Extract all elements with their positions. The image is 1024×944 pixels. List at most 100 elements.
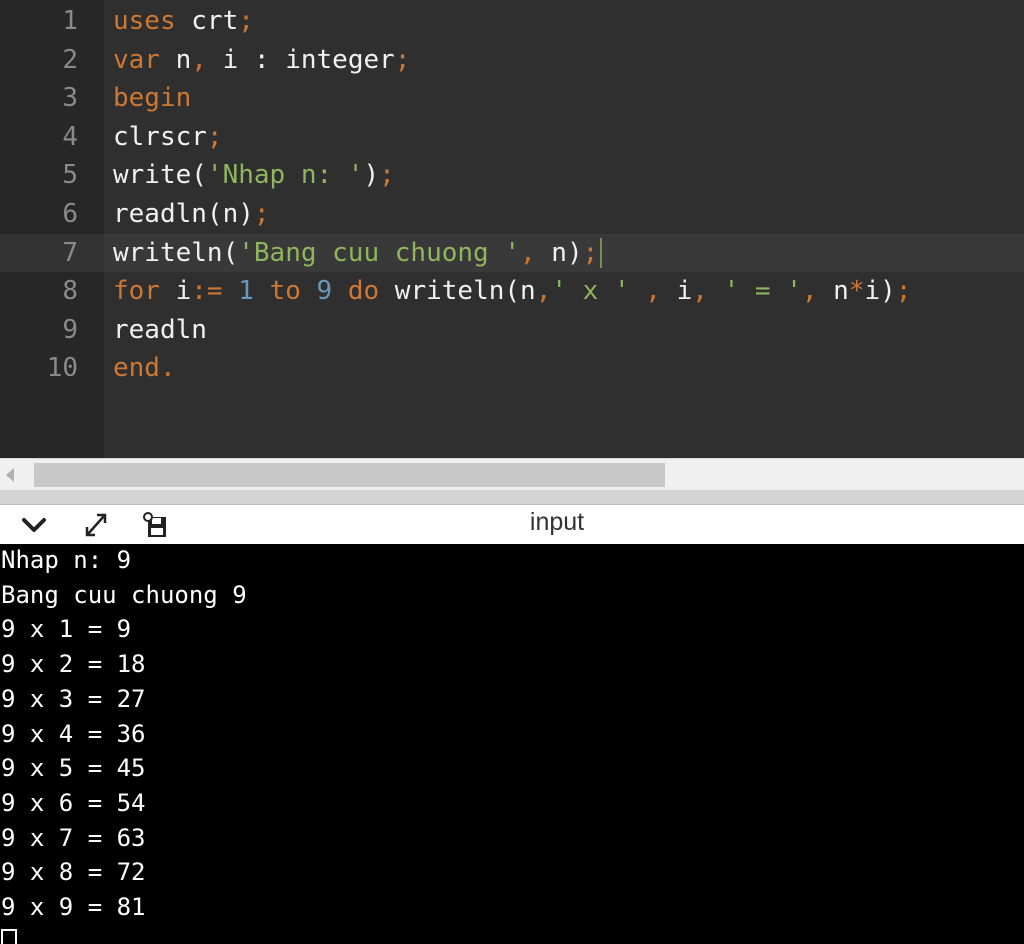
- code-token: ' x ': [551, 276, 630, 307]
- line-number: 1: [62, 6, 78, 36]
- code-token: ,: [520, 237, 536, 268]
- console-line: 9 x 7 = 63: [1, 823, 146, 852]
- code-token: ;: [206, 121, 223, 152]
- code-text: end.: [113, 349, 176, 388]
- code-line[interactable]: 7 writeln('Bang cuu chuong ', n);: [0, 233, 1024, 273]
- code-token: i): [864, 276, 896, 307]
- line-number: 4: [62, 121, 78, 152]
- code-token: to: [269, 276, 301, 307]
- code-line[interactable]: 4 clrscr;: [0, 118, 1024, 157]
- console-line: 9 x 3 = 27: [1, 684, 146, 713]
- console-line: 9 x 6 = 54: [1, 788, 146, 817]
- code-token: do: [347, 276, 380, 307]
- line-number: 6: [62, 199, 78, 229]
- line-number: 10: [46, 353, 78, 384]
- code-token: uses: [113, 6, 176, 36]
- code-token: 'Nhap n: ': [206, 160, 364, 191]
- text-cursor: [600, 238, 603, 269]
- code-token: ,: [191, 44, 207, 75]
- line-number: 8: [62, 276, 78, 307]
- code-token: var: [113, 44, 160, 75]
- code-token: i : integer: [206, 44, 395, 75]
- console-title: input: [529, 508, 585, 536]
- console-line: 9 x 4 = 36: [1, 719, 146, 748]
- code-token: n): [535, 237, 583, 268]
- console-line: 9 x 8 = 72: [1, 858, 146, 887]
- code-line[interactable]: 9 readln: [0, 311, 1024, 350]
- code-line[interactable]: 1 uses crt;: [0, 2, 1024, 41]
- code-line[interactable]: 3 begin: [0, 79, 1024, 118]
- code-token: ;: [895, 276, 912, 307]
- terminal-cursor: [1, 929, 17, 944]
- console-line: Nhap n: 9: [1, 546, 132, 574]
- code-token: writeln(: [113, 237, 239, 268]
- code-token: n: [159, 44, 192, 75]
- code-token: crt: [175, 6, 239, 36]
- code-token: n: [817, 276, 849, 307]
- console-line: 9 x 2 = 18: [1, 650, 146, 679]
- line-number: 9: [62, 314, 78, 345]
- code-token: ,: [645, 276, 661, 307]
- code-line[interactable]: 5 write('Nhap n: ');: [0, 156, 1024, 195]
- code-token: i: [159, 276, 192, 307]
- code-token: ;: [394, 44, 411, 75]
- code-line[interactable]: 10 end.: [0, 349, 1024, 388]
- code-token: i: [660, 276, 693, 307]
- code-line[interactable]: 2 var n, i : integer;: [0, 41, 1024, 80]
- code-text: clrscr;: [113, 118, 223, 157]
- code-token: *: [848, 276, 865, 307]
- code-token: 9: [316, 276, 333, 307]
- code-token: for: [113, 276, 160, 307]
- console-line: 9 x 1 = 9: [1, 615, 132, 644]
- console-line: Bang cuu chuong 9: [1, 580, 247, 609]
- code-text: var n, i : integer;: [113, 41, 410, 80]
- code-line[interactable]: 8 for i:= 1 to 9 do writeln(n,' x ' , i, …: [0, 272, 1024, 311]
- code-editor[interactable]: 1 uses crt; 2 var n, i : integer; 3 begin 4 clr…: [0, 0, 1024, 458]
- panel-divider[interactable]: [0, 490, 1024, 504]
- code-text: readln: [113, 311, 207, 350]
- code-token: ;: [582, 237, 599, 268]
- code-token: ): [363, 160, 380, 191]
- code-token: writeln(n: [379, 276, 536, 307]
- console-line: 9 x 9 = 81: [1, 893, 146, 921]
- code-token: ,: [535, 276, 552, 307]
- code-token: readln(n): [113, 199, 254, 229]
- horizontal-scrollbar[interactable]: [0, 458, 1024, 490]
- line-number: 5: [62, 160, 78, 191]
- code-token: clrscr: [113, 121, 207, 152]
- code-token: ;: [379, 160, 395, 191]
- code-text: readln(n);: [113, 195, 270, 234]
- code-token: 1: [238, 276, 254, 307]
- console-line: 9 x 5 = 45: [1, 754, 146, 783]
- code-token: begin: [113, 83, 192, 114]
- code-text: begin: [113, 79, 191, 118]
- code-token: end: [113, 353, 160, 384]
- scroll-left-arrow-icon[interactable]: [6, 468, 14, 482]
- code-text: uses crt;: [113, 2, 254, 41]
- code-text: write('Nhap n: ');: [113, 156, 395, 195]
- ide-window: 1 uses crt; 2 var n, i : integer; 3 begin 4 clr…: [0, 0, 1024, 944]
- code-token: write(: [113, 160, 207, 191]
- code-token: ;: [253, 199, 270, 229]
- line-number: 3: [62, 83, 78, 114]
- code-token: 'Bang cuu chuong ': [238, 237, 520, 268]
- code-line[interactable]: 6 readln(n);: [0, 195, 1024, 234]
- code-token: ,: [801, 276, 818, 307]
- code-token: .: [159, 353, 176, 384]
- code-token: ;: [238, 6, 254, 36]
- code-token: ' = ': [723, 276, 802, 307]
- scrollbar-thumb[interactable]: [34, 463, 665, 487]
- code-text: for i:= 1 to 9 do writeln(n,' x ' , i, '…: [113, 272, 911, 311]
- code-text: writeln('Bang cuu chuong ', n);: [113, 234, 603, 273]
- code-area[interactable]: 1 uses crt; 2 var n, i : integer; 3 begin 4 clr…: [0, 0, 1024, 458]
- code-token: :=: [191, 276, 223, 307]
- console-output[interactable]: Nhap n: 9 Bang cuu chuong 9 9 x 1 = 9 9 x 2…: [0, 544, 1024, 944]
- code-token: readln: [113, 314, 207, 345]
- line-number: 2: [62, 44, 78, 75]
